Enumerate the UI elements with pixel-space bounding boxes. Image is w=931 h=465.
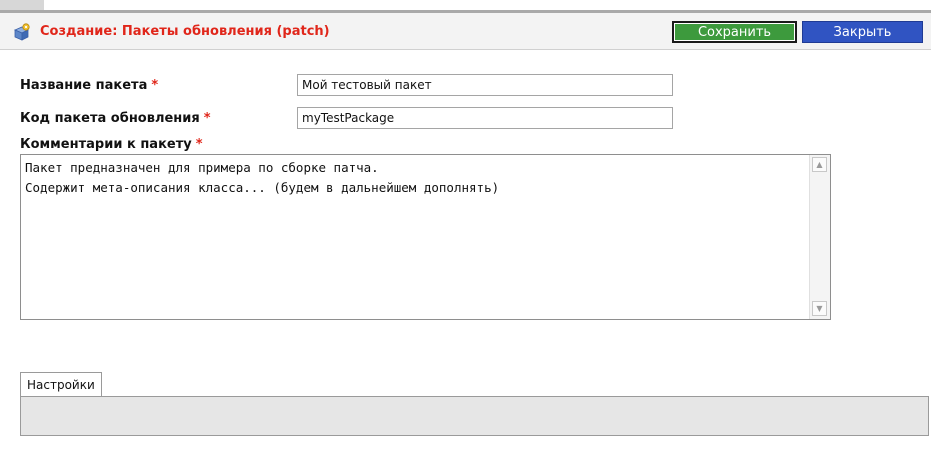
package-code-input[interactable] <box>297 107 673 129</box>
required-mark: * <box>151 78 159 93</box>
package-name-label-text: Название пакета <box>20 78 148 93</box>
package-name-input[interactable] <box>297 74 673 96</box>
settings-panel <box>20 396 929 436</box>
tab-settings[interactable]: Настройки <box>20 372 102 396</box>
top-strip <box>0 0 931 10</box>
required-mark: * <box>195 137 203 152</box>
close-button[interactable]: Закрыть <box>802 21 923 43</box>
required-mark: * <box>203 111 211 126</box>
package-gear-icon <box>13 23 30 41</box>
form-header: Создание: Пакеты обновления (patch) Сохр… <box>0 13 931 50</box>
save-button[interactable]: Сохранить <box>672 21 797 43</box>
page: Создание: Пакеты обновления (patch) Сохр… <box>0 0 931 465</box>
comments-text[interactable]: Пакет предназначен для примера по сборке… <box>25 158 499 198</box>
comments-label-text: Комментарии к пакету <box>20 137 192 152</box>
package-name-label: Название пакета * <box>20 78 158 93</box>
comments-scrollbar[interactable]: ▲ ▼ <box>809 155 830 319</box>
top-strip-tab <box>0 0 44 10</box>
page-title: Создание: Пакеты обновления (patch) <box>40 24 330 39</box>
package-code-label: Код пакета обновления * <box>20 111 211 126</box>
comments-textarea[interactable]: Пакет предназначен для примера по сборке… <box>20 154 831 320</box>
scroll-up-icon[interactable]: ▲ <box>812 157 827 172</box>
package-code-label-text: Код пакета обновления <box>20 111 200 126</box>
comments-label: Комментарии к пакету * <box>20 137 203 152</box>
scroll-down-icon[interactable]: ▼ <box>812 301 827 316</box>
